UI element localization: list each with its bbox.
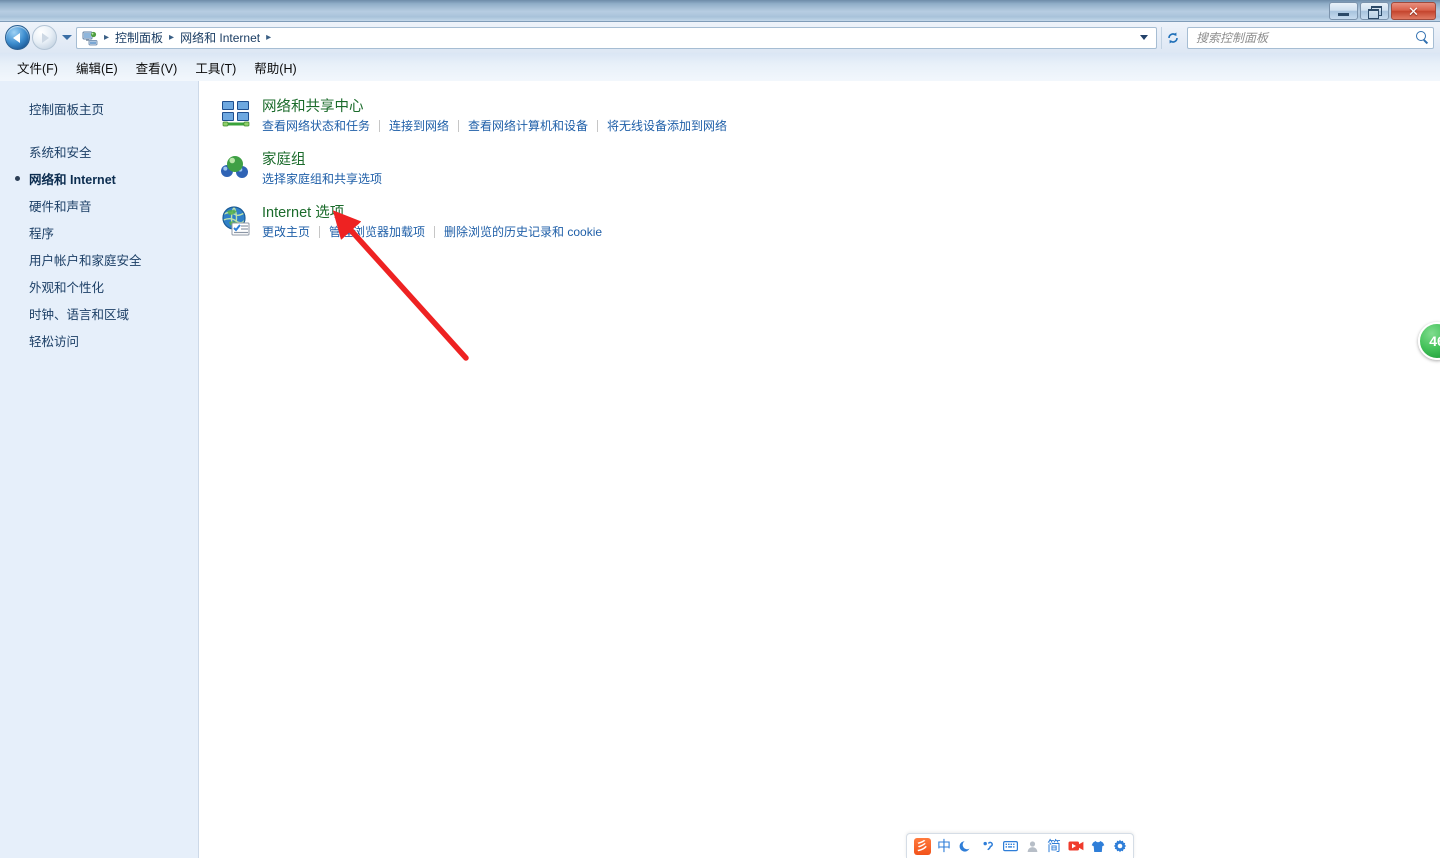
sidebar-item-label: 用户帐户和家庭安全	[29, 254, 142, 268]
link-change-homepage[interactable]: 更改主页	[262, 224, 310, 240]
restore-button[interactable]	[1360, 2, 1389, 20]
refresh-icon	[1167, 32, 1178, 43]
category-links: 选择家庭组和共享选项	[262, 171, 1440, 187]
category-links: 更改主页 管理浏览器加载项 删除浏览的历史记录和 cookie	[262, 224, 1440, 240]
settings-gear-icon[interactable]	[1110, 836, 1130, 856]
breadcrumb-separator: ▸	[266, 32, 272, 43]
close-button[interactable]: ✕	[1391, 2, 1436, 20]
sogou-logo-icon[interactable]: 彡	[912, 836, 932, 856]
address-bar: ▸ 控制面板 ▸ 网络和 Internet ▸	[0, 22, 1440, 53]
sidebar-item-user-accounts[interactable]: 用户帐户和家庭安全	[0, 246, 198, 273]
main-content: 网络和共享中心 查看网络状态和任务 连接到网络 查看网络计算机和设备 将无线设备…	[200, 81, 1440, 858]
minimize-icon	[1338, 12, 1349, 16]
video-icon[interactable]	[1066, 836, 1086, 856]
restore-icon	[1368, 5, 1382, 19]
breadcrumb[interactable]: ▸ 控制面板 ▸ 网络和 Internet ▸	[76, 26, 1157, 49]
link-delete-browsing-history[interactable]: 删除浏览的历史记录和 cookie	[444, 224, 602, 240]
link-manage-browser-addons[interactable]: 管理浏览器加载项	[329, 224, 425, 240]
menu-edit[interactable]: 编辑(E)	[67, 55, 127, 80]
recent-pages-chevron-icon[interactable]	[62, 35, 72, 40]
link-separator	[458, 120, 460, 132]
link-view-network-computers[interactable]: 查看网络计算机和设备	[468, 118, 588, 134]
link-add-wireless-device[interactable]: 将无线设备添加到网络	[607, 118, 727, 134]
skin-icon[interactable]	[1088, 836, 1108, 856]
simplified-chinese-icon[interactable]: 简	[1044, 836, 1064, 856]
control-panel-window: ✕ ▸ 控制面板 ▸ 网络和 Internet ▸ 搜索控制面板 文件(F) 编…	[0, 0, 1440, 858]
close-icon: ✕	[1408, 3, 1419, 19]
moon-icon[interactable]	[956, 836, 976, 856]
category-links: 查看网络状态和任务 连接到网络 查看网络计算机和设备 将无线设备添加到网络	[262, 118, 1440, 134]
link-choose-homegroup-options[interactable]: 选择家庭组和共享选项	[262, 171, 382, 187]
category-internet-options: Internet 选项 更改主页 管理浏览器加载项 删除浏览的历史记录和 coo…	[216, 203, 1440, 240]
menu-tools[interactable]: 工具(T)	[186, 55, 245, 80]
sidebar-item-programs[interactable]: 程序	[0, 219, 198, 246]
ime-toolbar: 彡 中 简	[906, 833, 1134, 858]
navigation-buttons	[5, 25, 76, 50]
sidebar-item-clock-language-region[interactable]: 时钟、语言和区域	[0, 300, 198, 327]
breadcrumb-separator: ▸	[104, 32, 110, 43]
sidebar-item-system-security[interactable]: 系统和安全	[0, 138, 198, 165]
search-input[interactable]	[1196, 30, 1416, 45]
breadcrumb-control-panel[interactable]: 控制面板	[111, 28, 167, 47]
sidebar-item-label: 程序	[29, 227, 55, 241]
badge-count: 46	[1429, 333, 1440, 349]
title-bar: ✕	[0, 0, 1440, 22]
category-title[interactable]: 网络和共享中心	[262, 97, 364, 117]
sidebar-item-hardware-sound[interactable]: 硬件和声音	[0, 192, 198, 219]
back-button[interactable]	[5, 25, 30, 50]
address-history-chevron-down-icon[interactable]	[1140, 35, 1148, 40]
sidebar-item-label: 网络和 Internet	[29, 173, 116, 187]
menu-help[interactable]: 帮助(H)	[245, 55, 305, 80]
back-arrow-icon	[13, 32, 20, 43]
menu-view[interactable]: 查看(V)	[127, 55, 187, 80]
link-separator	[597, 120, 599, 132]
category-title[interactable]: Internet 选项	[262, 203, 344, 223]
sidebar-item-control-panel-home[interactable]: 控制面板主页	[0, 95, 198, 122]
sidebar-item-label: 外观和个性化	[29, 281, 105, 295]
forward-button[interactable]	[32, 25, 57, 50]
sidebar-item-ease-of-access[interactable]: 轻松访问	[0, 327, 198, 354]
sidebar: 控制面板主页 系统和安全 网络和 Internet 硬件和声音 程序 用户帐户和…	[0, 81, 199, 858]
link-view-network-status[interactable]: 查看网络状态和任务	[262, 118, 370, 134]
link-connect-to-network[interactable]: 连接到网络	[389, 118, 449, 134]
sidebar-item-label: 轻松访问	[29, 335, 80, 349]
window-controls: ✕	[1329, 2, 1436, 20]
user-icon[interactable]	[1022, 836, 1042, 856]
internet-options-icon	[220, 205, 252, 237]
control-panel-icon	[82, 30, 98, 46]
minimize-button[interactable]	[1329, 2, 1358, 20]
sidebar-item-network-internet[interactable]: 网络和 Internet	[0, 165, 198, 192]
sidebar-item-label: 时钟、语言和区域	[29, 308, 130, 322]
menu-bar: 文件(F) 编辑(E) 查看(V) 工具(T) 帮助(H)	[0, 53, 1440, 81]
forward-arrow-icon	[42, 32, 49, 43]
sidebar-item-appearance[interactable]: 外观和个性化	[0, 273, 198, 300]
chinese-mode-icon[interactable]: 中	[934, 836, 954, 856]
refresh-button[interactable]	[1161, 26, 1183, 49]
link-separator	[319, 226, 321, 238]
category-title[interactable]: 家庭组	[262, 150, 306, 170]
search-icon[interactable]	[1416, 31, 1429, 44]
category-network-sharing-center: 网络和共享中心 查看网络状态和任务 连接到网络 查看网络计算机和设备 将无线设备…	[216, 97, 1440, 134]
link-separator	[379, 120, 381, 132]
punctuation-icon[interactable]	[978, 836, 998, 856]
link-separator	[434, 226, 436, 238]
selected-bullet-icon	[15, 176, 20, 181]
menu-file[interactable]: 文件(F)	[8, 55, 67, 80]
network-sharing-center-icon	[220, 99, 252, 131]
soft-keyboard-icon[interactable]	[1000, 836, 1020, 856]
sidebar-item-label: 硬件和声音	[29, 200, 92, 214]
category-homegroup: 家庭组 选择家庭组和共享选项	[216, 150, 1440, 187]
breadcrumb-separator: ▸	[169, 32, 175, 43]
homegroup-icon	[220, 152, 252, 184]
search-box[interactable]	[1187, 26, 1434, 49]
breadcrumb-network-internet[interactable]: 网络和 Internet	[176, 28, 264, 47]
sidebar-item-label: 系统和安全	[29, 146, 92, 160]
